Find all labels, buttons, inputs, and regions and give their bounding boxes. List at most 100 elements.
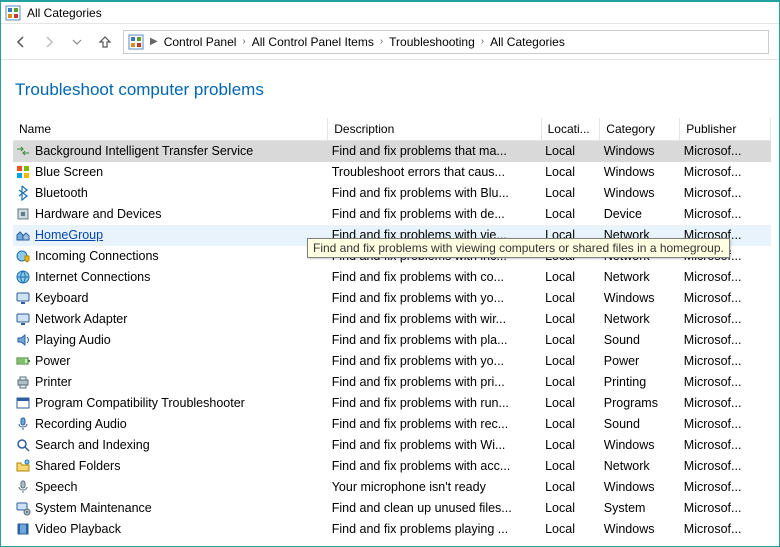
cell-description: Find and fix problems with pri...: [328, 372, 541, 393]
table-row[interactable]: PowerFind and fix problems with yo...Loc…: [13, 351, 771, 372]
cell-description: Find and fix problems with Blu...: [328, 183, 541, 204]
cell-name[interactable]: Playing Audio: [13, 330, 328, 351]
table-row[interactable]: Hardware and DevicesFind and fix problem…: [13, 204, 771, 225]
cell-description: Find and fix problems with wir...: [328, 309, 541, 330]
item-link[interactable]: Speech: [35, 480, 77, 494]
cell-name[interactable]: HomeGroup: [13, 225, 328, 246]
table-row[interactable]: System MaintenanceFind and clean up unus…: [13, 498, 771, 519]
item-link[interactable]: Network Adapter: [35, 312, 127, 326]
item-link[interactable]: System Maintenance: [35, 501, 152, 515]
item-link[interactable]: Search and Indexing: [35, 438, 150, 452]
mic-icon: [15, 416, 31, 432]
cell-name[interactable]: Hardware and Devices: [13, 204, 328, 225]
cell-location: Local: [541, 330, 600, 351]
table-row[interactable]: Playing AudioFind and fix problems with …: [13, 330, 771, 351]
item-link[interactable]: Video Playback: [35, 522, 121, 536]
item-link[interactable]: Recording Audio: [35, 417, 127, 431]
table-row[interactable]: Video Playback Find and fix problems play…: [13, 519, 771, 540]
cell-name[interactable]: Program Compatibility Troubleshooter: [13, 393, 328, 414]
cell-name[interactable]: Background Intelligent Transfer Service: [13, 141, 328, 162]
cell-name[interactable]: Search and Indexing: [13, 435, 328, 456]
address-bar[interactable]: ▶ Control Panel › All Control Panel Item…: [123, 30, 769, 54]
cell-location: Local: [541, 183, 600, 204]
table-row[interactable]: KeyboardFind and fix problems with yo...…: [13, 288, 771, 309]
battery-icon: [15, 353, 31, 369]
cell-location: Local: [541, 498, 600, 519]
chevron-right-icon[interactable]: ›: [378, 36, 385, 47]
column-header-name[interactable]: Name: [13, 118, 328, 141]
forward-button[interactable]: [39, 32, 59, 52]
cell-name[interactable]: Bluetooth: [13, 183, 328, 204]
back-button[interactable]: [11, 32, 31, 52]
item-link[interactable]: Internet Connections: [35, 270, 150, 284]
cell-name[interactable]: System Maintenance: [13, 498, 328, 519]
cell-description: Find and fix problems playing ...: [328, 519, 541, 540]
cell-name[interactable]: Recording Audio: [13, 414, 328, 435]
chevron-right-icon[interactable]: ›: [240, 36, 247, 47]
folder-net-icon: [15, 458, 31, 474]
table-row[interactable]: Printer Find and fix problems with pri...…: [13, 372, 771, 393]
item-link[interactable]: Hardware and Devices: [35, 207, 161, 221]
cell-category: Windows: [600, 183, 680, 204]
cell-name[interactable]: Network Adapter: [13, 309, 328, 330]
item-link[interactable]: Playing Audio: [35, 333, 111, 347]
cell-name[interactable]: Printer: [13, 372, 328, 393]
address-icon: [128, 34, 144, 50]
column-header-publisher[interactable]: Publisher: [680, 118, 771, 141]
cell-name[interactable]: Internet Connections: [13, 267, 328, 288]
cell-name[interactable]: Keyboard: [13, 288, 328, 309]
table-row[interactable]: Internet ConnectionsFind and fix problem…: [13, 267, 771, 288]
cell-name[interactable]: Shared Folders: [13, 456, 328, 477]
cell-name[interactable]: Video Playback: [13, 519, 328, 540]
item-link[interactable]: Keyboard: [35, 291, 89, 305]
cell-publisher: Microsof...: [680, 414, 771, 435]
breadcrumb[interactable]: All Categories: [486, 35, 569, 49]
app-icon: [5, 5, 21, 21]
cell-name[interactable]: Blue Screen: [13, 162, 328, 183]
cell-location: Local: [541, 519, 600, 540]
item-link[interactable]: Power: [35, 354, 70, 368]
table-row[interactable]: Recording AudioFind and fix problems wit…: [13, 414, 771, 435]
cell-publisher: Microsof...: [680, 204, 771, 225]
cell-name[interactable]: Speech: [13, 477, 328, 498]
item-link[interactable]: Printer: [35, 375, 72, 389]
item-link[interactable]: Incoming Connections: [35, 249, 159, 263]
cell-category: Sound: [600, 330, 680, 351]
table-row[interactable]: Program Compatibility TroubleshooterFind…: [13, 393, 771, 414]
table-row[interactable]: Shared Folders Find and fix problems with…: [13, 456, 771, 477]
cell-publisher: Microsof...: [680, 456, 771, 477]
troubleshooter-list: Name Description Locati... Category Publ…: [13, 118, 771, 540]
up-button[interactable]: [95, 32, 115, 52]
cell-category: Power: [600, 351, 680, 372]
column-header-location[interactable]: Locati...: [541, 118, 600, 141]
speaker-icon: [15, 332, 31, 348]
recent-dropdown[interactable]: [67, 32, 87, 52]
item-link[interactable]: Background Intelligent Transfer Service: [35, 144, 253, 158]
chevron-right-icon[interactable]: ▶: [148, 36, 160, 47]
table-row[interactable]: Network Adapter Find and fix problems wit…: [13, 309, 771, 330]
cell-category: Network: [600, 456, 680, 477]
item-link[interactable]: Shared Folders: [35, 459, 120, 473]
column-header-category[interactable]: Category: [600, 118, 680, 141]
column-header-description[interactable]: Description: [328, 118, 541, 141]
item-link[interactable]: HomeGroup: [35, 228, 103, 242]
chevron-right-icon[interactable]: ›: [479, 36, 486, 47]
item-link[interactable]: Program Compatibility Troubleshooter: [35, 396, 245, 410]
breadcrumb[interactable]: Troubleshooting: [385, 35, 479, 49]
item-link[interactable]: Bluetooth: [35, 186, 88, 200]
cell-location: Local: [541, 288, 600, 309]
table-row[interactable]: Bluetooth Find and fix problems with Blu.…: [13, 183, 771, 204]
cell-description: Find and fix problems with acc...: [328, 456, 541, 477]
cell-name[interactable]: Power: [13, 351, 328, 372]
navbar: ▶ Control Panel › All Control Panel Item…: [1, 24, 779, 60]
cell-publisher: Microsof...: [680, 330, 771, 351]
breadcrumb[interactable]: All Control Panel Items: [248, 35, 378, 49]
table-row[interactable]: Search and IndexingFind and fix problems…: [13, 435, 771, 456]
item-link[interactable]: Blue Screen: [35, 165, 103, 179]
cell-name[interactable]: Incoming Connections: [13, 246, 328, 267]
table-row[interactable]: Background Intelligent Transfer ServiceF…: [13, 141, 771, 162]
table-row[interactable]: SpeechYour microphone isn't readyLocalWi…: [13, 477, 771, 498]
page-title: Troubleshoot computer problems: [15, 80, 771, 100]
breadcrumb[interactable]: Control Panel: [160, 35, 241, 49]
table-row[interactable]: Blue ScreenTroubleshoot errors that caus…: [13, 162, 771, 183]
